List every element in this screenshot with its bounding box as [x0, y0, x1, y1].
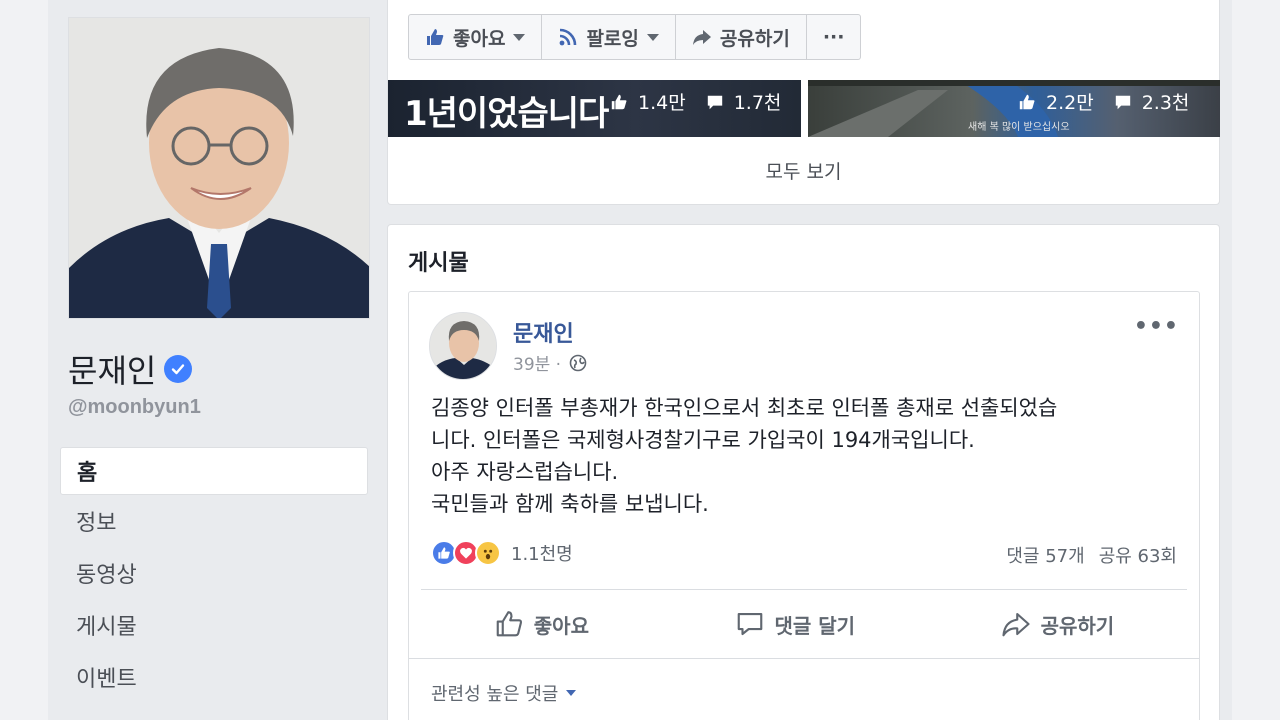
posts-heading: 게시물 [408, 251, 469, 276]
nav-item-label: 정보 [76, 511, 117, 536]
nav-item-label: 이벤트 [76, 667, 137, 692]
videos-card: 좋아요 팔로잉 공유하기 ··· 1년이었습니다 1.4만 1.7천 새해 복 … [387, 0, 1220, 205]
video-thumbnail-1[interactable]: 1년이었습니다 1.4만 1.7천 [388, 80, 801, 137]
chevron-down-icon [646, 33, 659, 41]
video-headline: 1년이었습니다 [404, 94, 609, 134]
post-share-label: 공유하기 [1040, 613, 1115, 638]
comment-filter-dropdown[interactable]: 관련성 높은 댓글 [431, 680, 577, 706]
nav-item-about[interactable]: 정보 [60, 495, 368, 547]
chevron-down-icon [513, 33, 526, 41]
divider [409, 658, 1199, 659]
post-text-line: 아주 자랑스럽습니다. [431, 460, 619, 484]
more-options-button[interactable]: ··· [807, 15, 861, 59]
share-outline-icon [1002, 612, 1030, 637]
post-actions: 좋아요 댓글 달기 공유하기 [421, 596, 1187, 652]
profile-nav: 홈 정보 동영상 게시물 이벤트 [60, 447, 368, 703]
post-comment-label: 댓글 달기 [774, 613, 856, 638]
divider [421, 589, 1187, 590]
nav-item-videos[interactable]: 동영상 [60, 547, 368, 599]
chevron-down-icon [566, 690, 577, 696]
thumbs-up-outline-icon [496, 611, 522, 637]
like-page-button[interactable]: 좋아요 [409, 15, 543, 59]
post-body: 김종양 인터폴 부총재가 한국인으로서 최초로 인터폴 총재로 선출되었습 니다… [431, 392, 1191, 520]
nav-item-home[interactable]: 홈 [60, 447, 368, 495]
reaction-count: 1.1천명 [511, 544, 573, 565]
nav-item-label: 동영상 [76, 563, 137, 588]
post: 문재인 39분 · ••• 김종양 인터폴 부총재가 한국인으로서 최초로 인터… [408, 291, 1200, 720]
post-share-button[interactable]: 공유하기 [1001, 609, 1115, 639]
video-stats-1: 1.4만 1.7천 [610, 88, 781, 115]
post-meta: 39분 · [513, 350, 587, 375]
profile-name-row: 문재인 [68, 346, 193, 392]
rss-follow-icon [560, 28, 577, 46]
share-arrow-icon [692, 30, 711, 45]
follow-button[interactable]: 팔로잉 [542, 15, 676, 59]
left-margin [0, 0, 48, 720]
post-author-link[interactable]: 문재인 [513, 316, 574, 348]
video-likes: 1.4만 [638, 92, 686, 114]
thumbs-up-icon [611, 94, 627, 109]
post-comment-button[interactable]: 댓글 달기 [735, 609, 856, 639]
comment-filter-label: 관련성 높은 댓글 [431, 684, 559, 705]
post-counts: 댓글 57개 공유 63회 [1006, 542, 1177, 568]
nav-item-label: 홈 [77, 461, 98, 486]
post-like-label: 좋아요 [533, 613, 589, 638]
thumbs-up-icon [427, 29, 444, 45]
reactions-summary[interactable]: 1.1천명 [431, 540, 573, 566]
post-like-button[interactable]: 좋아요 [494, 609, 589, 639]
nav-item-posts[interactable]: 게시물 [60, 599, 368, 651]
wow-reaction-icon [475, 540, 501, 566]
nav-item-events[interactable]: 이벤트 [60, 651, 368, 703]
video-likes: 2.2만 [1046, 92, 1094, 114]
comment-outline-icon [737, 612, 762, 636]
video-stats-2: 2.2만 2.3천 [1018, 88, 1189, 115]
more-dots-icon: ··· [822, 26, 845, 48]
globe-icon [569, 354, 587, 371]
profile-photo[interactable] [68, 17, 370, 319]
avatar-image [430, 313, 496, 379]
post-text-line: 김종양 인터폴 부총재가 한국인으로서 최초로 인터폴 총재로 선출되었습 [431, 396, 1058, 420]
post-options-icon[interactable]: ••• [1134, 314, 1179, 339]
like-page-label: 좋아요 [453, 27, 506, 50]
comment-bubble-icon [1115, 95, 1130, 109]
thumbs-up-icon [1019, 94, 1035, 109]
right-margin [1232, 0, 1280, 720]
post-text-line: 국민들과 함께 축하를 보냅니다. [431, 492, 709, 516]
page-action-bar: 좋아요 팔로잉 공유하기 ··· [408, 14, 862, 60]
comment-bubble-icon [707, 95, 722, 109]
avatar[interactable] [429, 312, 497, 380]
share-page-button[interactable]: 공유하기 [676, 15, 807, 59]
video-caption: 새해 복 많이 받으십시오 [968, 122, 1070, 133]
profile-name[interactable]: 문재인 [68, 346, 156, 392]
video-comments: 1.7천 [733, 92, 782, 114]
post-text-line: 니다. 인터폴은 국제형사경찰기구로 가입국이 194개국입니다. [431, 428, 975, 452]
nav-item-label: 게시물 [76, 615, 137, 640]
share-count-link[interactable]: 공유 63회 [1099, 542, 1177, 568]
post-timestamp[interactable]: 39분 · [513, 350, 561, 375]
follow-label: 팔로잉 [586, 27, 639, 50]
comment-count-link[interactable]: 댓글 57개 [1006, 542, 1084, 568]
profile-handle[interactable]: @moonbyun1 [68, 396, 201, 419]
verified-badge-icon [164, 355, 193, 383]
see-all-link[interactable]: 모두 보기 [388, 157, 1219, 184]
posts-card: 게시물 문재인 39분 · ••• 김종양 인터폴 부총재가 한국인으로서 최초… [387, 224, 1220, 720]
video-thumbnail-2[interactable]: 새해 복 많이 받으십시오 2.2만 2.3천 [808, 80, 1220, 137]
profile-portrait-image [69, 18, 369, 318]
share-page-label: 공유하기 [719, 27, 790, 50]
video-comments: 2.3천 [1141, 92, 1190, 114]
